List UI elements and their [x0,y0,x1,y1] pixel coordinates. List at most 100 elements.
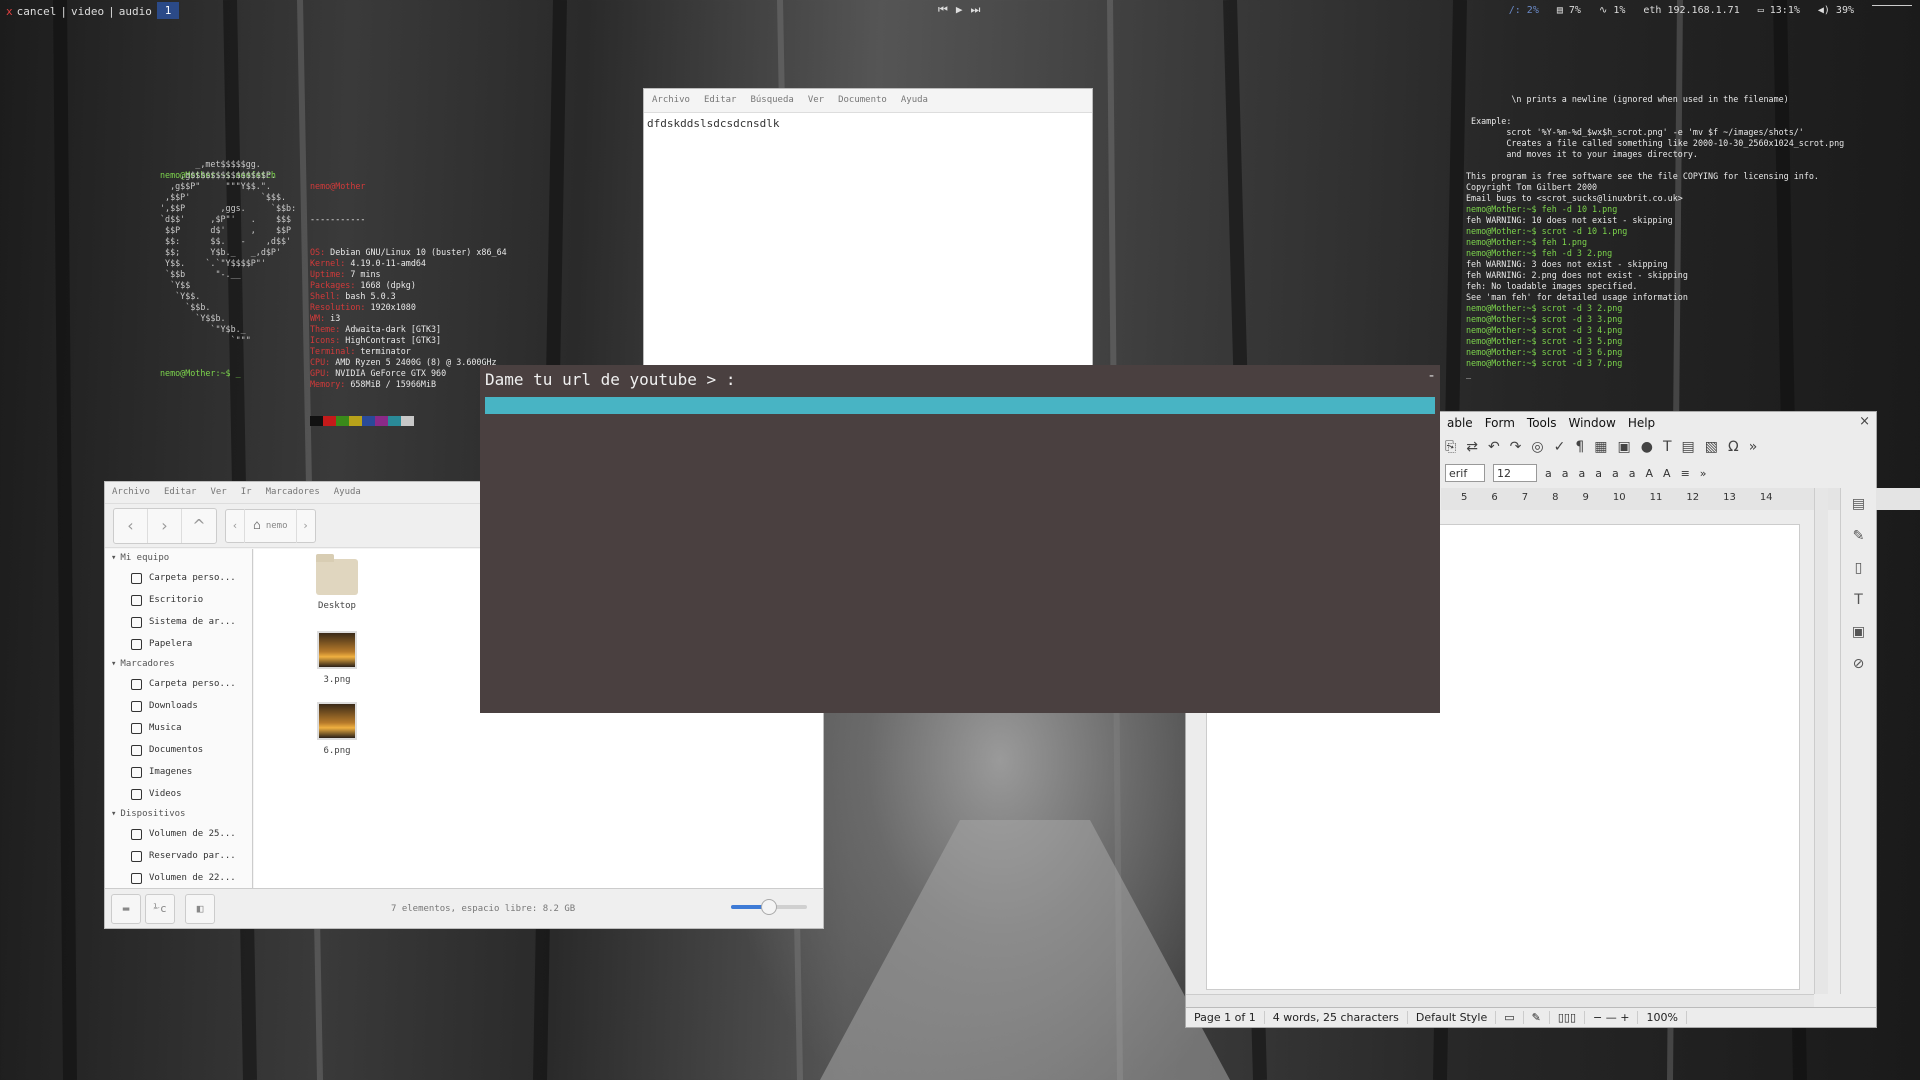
toolbar-icon[interactable]: ⇄ [1466,439,1478,455]
menu-item-búsqueda[interactable]: Búsqueda [750,95,793,106]
sidebar-item[interactable]: Sistema de ar... [105,611,252,633]
workspace-1-button[interactable]: 1 [157,2,179,19]
sidebar-tool-icon[interactable]: ✎ [1853,528,1865,544]
format-icon[interactable]: » [1700,467,1707,480]
toolbar-icon[interactable]: T [1663,439,1672,455]
format-icon[interactable]: a [1595,467,1602,480]
toolbar-icon[interactable]: Ω [1728,439,1739,455]
sidebar-item[interactable]: Imagenes [105,761,252,783]
sidebar-item[interactable]: Volumen de 25... [105,823,252,845]
places-toggle-icon[interactable]: ▬ [111,893,141,924]
forward-icon[interactable]: › [148,508,182,543]
vertical-scrollbar[interactable] [1814,488,1828,994]
next-icon[interactable]: ⏭ [971,3,981,17]
toolbar-icon[interactable]: ◎ [1531,439,1543,455]
sidebar-tool-icon[interactable]: ▯ [1855,560,1863,576]
topbar-mode-menu[interactable]: x cancel | video | audio [6,5,152,18]
prompt-input-bar[interactable] [485,397,1435,414]
youtube-url-prompt[interactable]: Dame tu url de youtube > : - [480,365,1440,713]
sidebar-item[interactable]: Carpeta perso... [105,673,252,695]
format-icon[interactable]: a [1562,467,1569,480]
toolbar-icon[interactable]: ↶ [1488,439,1500,455]
mode-video[interactable]: video [71,5,104,18]
menu-item-ver[interactable]: Ver [210,487,226,498]
up-icon[interactable]: ^ [182,509,216,543]
menu-item-ayuda[interactable]: Ayuda [901,95,928,106]
menu-item-window[interactable]: Window [1568,416,1615,430]
format-icon[interactable]: a [1545,467,1552,480]
sidebar-item[interactable]: Videos [105,783,252,805]
menu-item-documento[interactable]: Documento [838,95,887,106]
sidebar-section-header[interactable]: ▾ Dispositivos [105,805,252,823]
sidebar-item[interactable]: Documentos [105,739,252,761]
topbar-x[interactable]: x [6,5,13,18]
path-crumb-home[interactable]: ⌂ nemo [244,508,297,543]
toolbar-icon[interactable]: ▣ [1618,439,1631,455]
terminal-line: feh WARNING: 10 does not exist - skippin… [1466,215,1673,225]
format-icon[interactable]: ≡ [1681,467,1690,480]
play-icon[interactable]: ▶ [956,3,963,17]
format-icon[interactable]: a [1629,467,1636,480]
sidebar-tool-icon[interactable]: T [1854,592,1863,608]
toolbar-icon[interactable]: ⎘ [1445,439,1456,455]
menu-item-marcadores[interactable]: Marcadores [266,487,320,498]
zoom-slider[interactable] [731,899,807,915]
menu-item-form[interactable]: Form [1485,416,1515,430]
sidebar-item[interactable]: Reservado par... [105,845,252,867]
toolbar-icon[interactable]: ▦ [1594,439,1607,455]
toolbar-icon[interactable]: ● [1641,439,1653,455]
font-size-box[interactable]: 12 [1493,464,1537,482]
previous-icon[interactable]: ⏮ [938,3,948,17]
toolbar-icon[interactable]: ↷ [1510,439,1522,455]
menu-item-help[interactable]: Help [1628,416,1655,430]
menu-item-able[interactable]: able [1447,416,1473,430]
terminal-line: Copyright Tom Gilbert 2000 [1466,182,1598,192]
prompt-minimize[interactable]: - [1429,368,1434,384]
format-icon[interactable]: A [1663,467,1671,480]
menu-item-archivo[interactable]: Archivo [112,487,150,498]
text-editor-window[interactable]: Archivo Editar Búsqueda Ver Documento Ayuda d… [643,88,1093,366]
menu-item-ir[interactable]: Ir [241,487,252,498]
menu-item-ver[interactable]: Ver [808,95,824,106]
file-item-desktop[interactable]: Desktop [297,554,377,611]
format-icon[interactable]: a [1612,467,1619,480]
format-icon[interactable]: A [1646,467,1654,480]
sidebar-item[interactable]: Carpeta perso... [105,567,252,589]
file-item-6png[interactable]: 6.png [297,702,377,756]
toolbar-icon[interactable]: ✓ [1554,439,1566,455]
toolbar-icon[interactable]: ¶ [1575,439,1584,455]
zoom-slider-knob[interactable] [761,899,777,915]
sidebar-item[interactable]: Volumen de 22... [105,867,252,889]
format-icon[interactable]: a [1579,467,1586,480]
toolbar-icon[interactable]: » [1749,439,1758,455]
tree-toggle-icon[interactable]: ⅟c [145,893,175,924]
sidebar-item[interactable]: Musica [105,717,252,739]
sidebar-tool-icon[interactable]: ▣ [1852,624,1865,640]
menu-item-editar[interactable]: Editar [704,95,737,106]
sidebar-item[interactable]: Escritorio [105,589,252,611]
close-icon[interactable]: × [1859,414,1870,429]
path-left-arrow-icon[interactable]: ‹ [226,519,244,532]
menu-item-archivo[interactable]: Archivo [652,95,690,106]
editor-text-area[interactable]: dfdskddslsdcsdcnsdlk [644,113,1092,134]
sidebar-section-header[interactable]: ▾ Marcadores [105,655,252,673]
path-right-arrow-icon[interactable]: › [297,519,315,532]
mode-cancel[interactable]: cancel [17,5,57,18]
back-icon[interactable]: ‹ [114,508,148,543]
menu-item-ayuda[interactable]: Ayuda [334,487,361,498]
mode-audio[interactable]: audio [119,5,152,18]
sidebar-section-header[interactable]: ▾ Mi equipo [105,549,252,567]
file-item-3png[interactable]: 3.png [297,631,377,685]
sidebar-tool-icon[interactable]: ⊘ [1853,656,1865,672]
sidebar-tool-icon[interactable]: ▤ [1852,496,1865,512]
menu-item-editar[interactable]: Editar [164,487,197,498]
toolbar-icon[interactable]: ▧ [1705,439,1718,455]
sidebar-item[interactable]: Downloads [105,695,252,717]
font-name-box[interactable]: erif [1445,464,1485,482]
media-controls[interactable]: ⏮ ▶ ⏭ [938,3,980,17]
sidebar-item[interactable]: Papelera [105,633,252,655]
sidebar-toggle-icon[interactable]: ◧ [185,893,215,924]
menu-item-tools[interactable]: Tools [1527,416,1557,430]
toolbar-icon[interactable]: ▤ [1682,439,1695,455]
horizontal-scrollbar[interactable] [1186,994,1814,1008]
